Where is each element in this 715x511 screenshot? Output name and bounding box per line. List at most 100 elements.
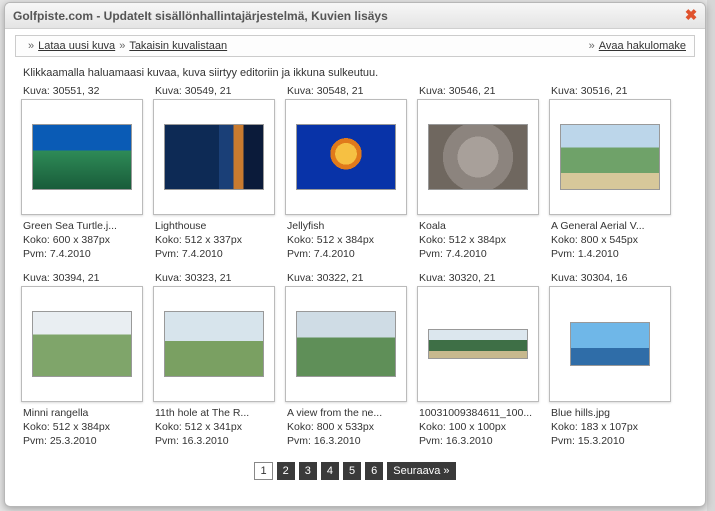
close-icon[interactable]: ✖: [683, 7, 699, 23]
instruction-text: Klikkaamalla haluamaasi kuvaa, kuva siir…: [23, 67, 693, 79]
image-id: Kuva: 30551, 32: [23, 85, 151, 97]
image-thumbnail[interactable]: [417, 286, 539, 402]
image-id: Kuva: 30304, 16: [551, 272, 679, 284]
image-id: Kuva: 30394, 21: [23, 272, 151, 284]
image-meta: A view from the ne...Koko: 800 x 533pxPv…: [287, 406, 415, 449]
image-cell: Kuva: 30394, 21 Minni rangellaKoko: 512 x…: [21, 270, 151, 449]
image-name: 10031009384611_100...: [419, 406, 539, 420]
page-6[interactable]: 6: [365, 462, 383, 480]
titlebar: Golfpiste.com - UpdateIt sisällönhallint…: [5, 3, 705, 29]
image-meta: A General Aerial V...Koko: 800 x 545pxPv…: [551, 219, 679, 262]
image-cell: Kuva: 30304, 16 Blue hills.jpgKoko: 183 x…: [549, 270, 679, 449]
image-meta: Minni rangellaKoko: 512 x 384pxPvm: 25.3…: [23, 406, 151, 449]
image-meta: JellyfishKoko: 512 x 384pxPvm: 7.4.2010: [287, 219, 415, 262]
image-id: Kuva: 30323, 21: [155, 272, 283, 284]
thumb-image: [296, 124, 396, 190]
window-title: Golfpiste.com - UpdateIt sisällönhallint…: [13, 9, 388, 23]
image-date: Pvm: 7.4.2010: [419, 247, 547, 261]
thumb-image: [570, 322, 650, 366]
image-thumbnail[interactable]: [549, 286, 671, 402]
image-size: Koko: 800 x 533px: [287, 420, 415, 434]
thumb-image: [560, 124, 660, 190]
image-thumbnail[interactable]: [285, 286, 407, 402]
chevron-icon: »: [589, 40, 595, 52]
image-thumbnail[interactable]: [21, 99, 143, 215]
image-cell: Kuva: 30322, 21 A view from the ne...Koko…: [285, 270, 415, 449]
page-1[interactable]: 1: [254, 462, 272, 480]
chevron-icon: »: [119, 40, 125, 52]
image-date: Pvm: 16.3.2010: [287, 434, 415, 448]
page-2[interactable]: 2: [277, 462, 295, 480]
image-meta: 11th hole at The R...Koko: 512 x 341pxPv…: [155, 406, 283, 449]
image-name: A view from the ne...: [287, 406, 407, 420]
image-size: Koko: 512 x 384px: [419, 233, 547, 247]
image-size: Koko: 512 x 384px: [23, 420, 151, 434]
image-size: Koko: 512 x 384px: [287, 233, 415, 247]
image-id: Kuva: 30322, 21: [287, 272, 415, 284]
dialog-window: Golfpiste.com - UpdateIt sisällönhallint…: [4, 2, 706, 507]
page-3[interactable]: 3: [299, 462, 317, 480]
image-name: Green Sea Turtle.j...: [23, 219, 143, 233]
page-scrollbar[interactable]: [707, 0, 715, 511]
thumb-image: [164, 311, 264, 377]
image-meta: LighthouseKoko: 512 x 337pxPvm: 7.4.2010: [155, 219, 283, 262]
upload-link[interactable]: Lataa uusi kuva: [38, 40, 115, 52]
image-id: Kuva: 30516, 21: [551, 85, 679, 97]
image-size: Koko: 600 x 387px: [23, 233, 151, 247]
image-cell: Kuva: 30549, 21 LighthouseKoko: 512 x 337…: [153, 83, 283, 262]
image-date: Pvm: 7.4.2010: [155, 247, 283, 261]
image-date: Pvm: 15.3.2010: [551, 434, 679, 448]
image-meta: Blue hills.jpgKoko: 183 x 107pxPvm: 15.3…: [551, 406, 679, 449]
image-thumbnail[interactable]: [153, 286, 275, 402]
image-name: Koala: [419, 219, 539, 233]
image-meta: 10031009384611_100...Koko: 100 x 100pxPv…: [419, 406, 547, 449]
next-page-button[interactable]: Seuraava »: [387, 462, 455, 480]
image-grid: Kuva: 30551, 32Green Sea Turtle.j...Koko…: [5, 83, 705, 456]
image-thumbnail[interactable]: [21, 286, 143, 402]
image-size: Koko: 512 x 337px: [155, 233, 283, 247]
thumb-image: [428, 124, 528, 190]
image-name: Blue hills.jpg: [551, 406, 671, 420]
image-date: Pvm: 7.4.2010: [287, 247, 415, 261]
image-thumbnail[interactable]: [285, 99, 407, 215]
image-cell: Kuva: 30323, 21 11th hole at The R...Koko…: [153, 270, 283, 449]
toolbar: » Lataa uusi kuva » Takaisin kuvalistaan…: [15, 35, 695, 57]
image-size: Koko: 800 x 545px: [551, 233, 679, 247]
image-name: Jellyfish: [287, 219, 407, 233]
image-cell: Kuva: 30551, 32 Green Sea Turtle.j...Koko…: [21, 83, 151, 262]
pager: 123456Seuraava »: [5, 462, 705, 480]
image-date: Pvm: 1.4.2010: [551, 247, 679, 261]
image-thumbnail[interactable]: [549, 99, 671, 215]
thumb-image: [164, 124, 264, 190]
image-thumbnail[interactable]: [417, 99, 539, 215]
image-thumbnail[interactable]: [153, 99, 275, 215]
thumb-image: [428, 329, 528, 359]
image-date: Pvm: 25.3.2010: [23, 434, 151, 448]
image-name: A General Aerial V...: [551, 219, 671, 233]
page-4[interactable]: 4: [321, 462, 339, 480]
image-size: Koko: 183 x 107px: [551, 420, 679, 434]
image-date: Pvm: 16.3.2010: [155, 434, 283, 448]
image-name: 11th hole at The R...: [155, 406, 275, 420]
image-id: Kuva: 30549, 21: [155, 85, 283, 97]
thumb-image: [32, 124, 132, 190]
back-link[interactable]: Takaisin kuvalistaan: [129, 40, 227, 52]
thumb-image: [32, 311, 132, 377]
chevron-icon: »: [28, 40, 34, 52]
image-size: Koko: 100 x 100px: [419, 420, 547, 434]
image-date: Pvm: 7.4.2010: [23, 247, 151, 261]
open-search-link[interactable]: Avaa hakulomake: [599, 40, 686, 52]
image-cell: Kuva: 30516, 21 A General Aerial V...Koko…: [549, 83, 679, 262]
image-cell: Kuva: 30546, 21 KoalaKoko: 512 x 384pxPvm…: [417, 83, 547, 262]
image-meta: Green Sea Turtle.j...Koko: 600 x 387pxPv…: [23, 219, 151, 262]
image-id: Kuva: 30320, 21: [419, 272, 547, 284]
thumb-image: [296, 311, 396, 377]
image-id: Kuva: 30546, 21: [419, 85, 547, 97]
image-cell: Kuva: 30548, 21 JellyfishKoko: 512 x 384p…: [285, 83, 415, 262]
image-cell: Kuva: 30320, 21 10031009384611_100...Koko…: [417, 270, 547, 449]
image-meta: KoalaKoko: 512 x 384pxPvm: 7.4.2010: [419, 219, 547, 262]
page-5[interactable]: 5: [343, 462, 361, 480]
image-id: Kuva: 30548, 21: [287, 85, 415, 97]
image-date: Pvm: 16.3.2010: [419, 434, 547, 448]
image-size: Koko: 512 x 341px: [155, 420, 283, 434]
